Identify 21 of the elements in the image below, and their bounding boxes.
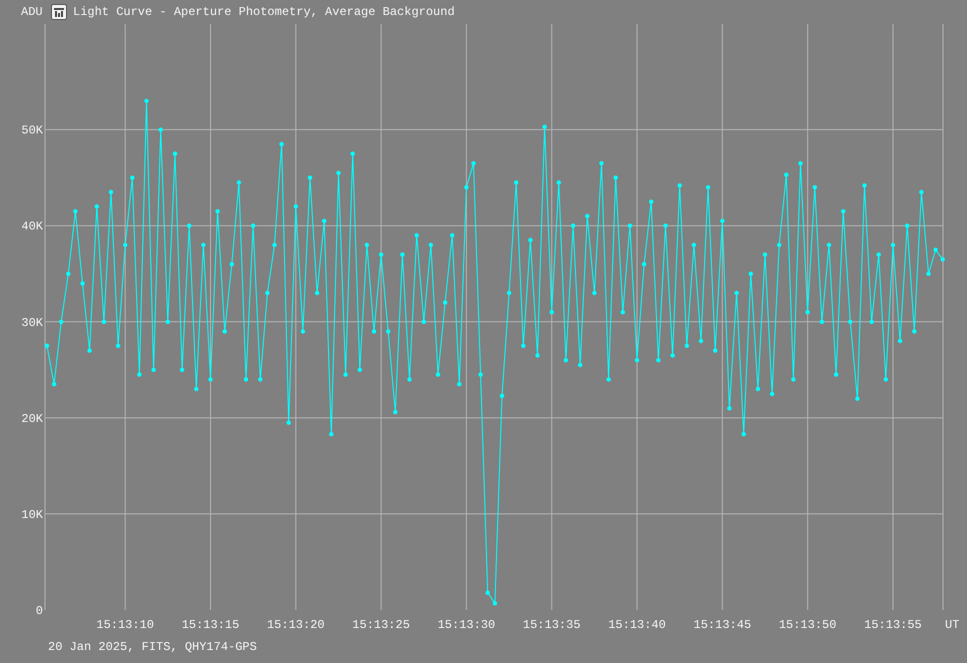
y-tick-label: 30K [21,316,43,330]
x-tick-label: 15:13:55 [864,618,922,632]
y-axis-title: ADU [21,5,44,19]
y-tick-label: 0 [36,604,43,618]
x-tick-label: 15:13:15 [182,618,240,632]
y-tick-label: 20K [21,412,43,426]
x-tick-label: 15:13:50 [778,618,836,632]
x-tick-label: 15:13:25 [352,618,410,632]
x-tick-label: 15:13:10 [96,618,154,632]
footer-info: 20 Jan 2025, FITS, QHY174-GPS [48,640,257,654]
x-tick-label: 15:13:20 [267,618,325,632]
x-tick-label: 15:13:30 [438,618,496,632]
y-tick-label: 10K [21,508,43,522]
x-axis-title: UT [945,618,960,632]
x-tick-label: 15:13:45 [694,618,752,632]
y-tick-label: 50K [21,124,43,138]
window-title: Light Curve - Aperture Photometry, Average Background [73,5,455,19]
x-tick-label: 15:13:40 [608,618,666,632]
app-icon [51,4,67,20]
y-tick-label: 40K [21,220,43,234]
x-tick-label: 15:13:35 [522,618,581,632]
